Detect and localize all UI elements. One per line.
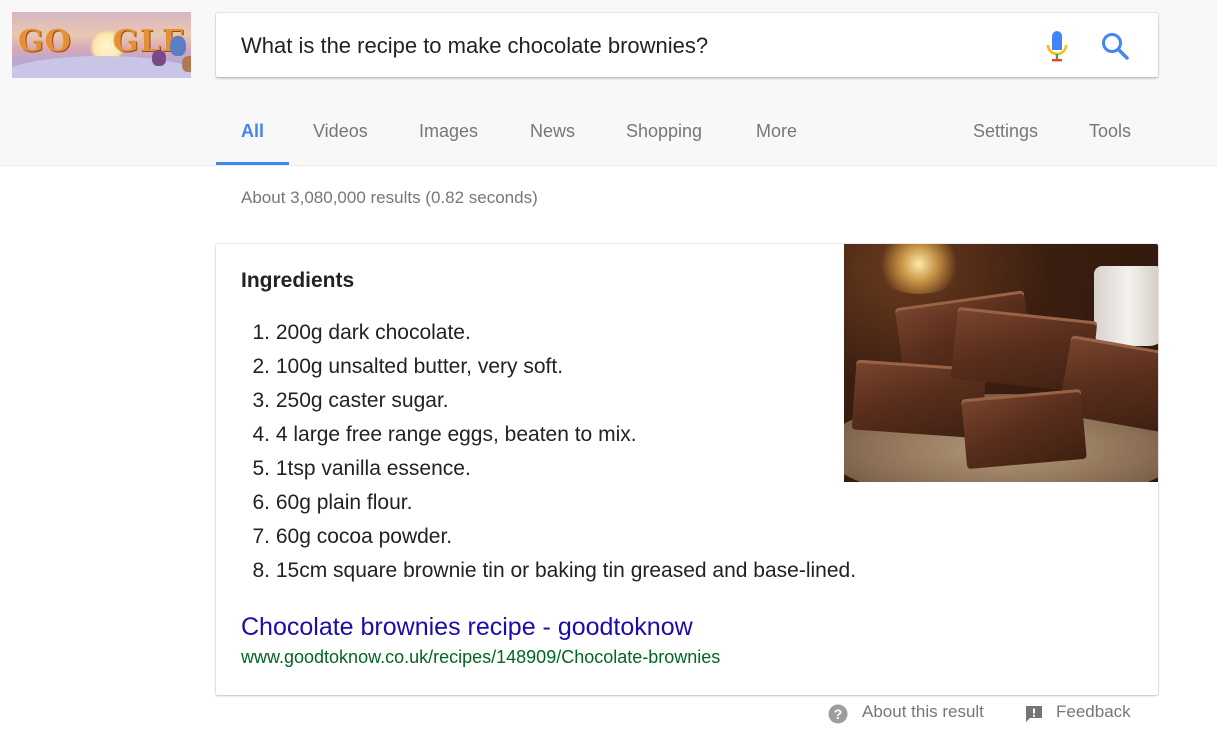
list-item-text: 60g cocoa powder. [275, 525, 453, 548]
list-item-number: 8. [252, 559, 270, 582]
ingredients-list: 1. 200g dark chocolate. 2. 100g unsalted… [241, 316, 856, 588]
source-url: www.goodtoknow.co.uk/recipes/148909/Choc… [241, 647, 721, 667]
tab-news[interactable]: News [530, 98, 575, 162]
list-item: 1. 200g dark chocolate. [241, 316, 856, 350]
header-bar: GO GLE What is the recipe to make chocol… [0, 0, 1217, 166]
tab-all[interactable]: All [216, 98, 289, 165]
list-item-number: 7. [252, 525, 270, 548]
source-title-link[interactable]: Chocolate brownies recipe - goodtoknow [241, 613, 693, 642]
list-item-number: 4. [252, 423, 270, 446]
doodle-letters-left: GO [18, 24, 72, 59]
list-item-number: 3. [252, 389, 270, 412]
tab-tools[interactable]: Tools [1089, 98, 1131, 162]
doodle-character [182, 56, 191, 72]
feedback-link[interactable]: Feedback [1056, 702, 1131, 722]
about-this-result-link[interactable]: About this result [862, 702, 984, 722]
list-item-number: 2. [252, 355, 270, 378]
search-icon[interactable] [1100, 31, 1130, 61]
list-item: 3. 250g caster sugar. [241, 384, 856, 418]
list-item: 7. 60g cocoa powder. [241, 520, 856, 554]
list-item-text: 100g unsalted butter, very soft. [275, 355, 564, 378]
doodle-character [170, 36, 186, 56]
tab-shopping[interactable]: Shopping [626, 98, 702, 162]
list-item-number: 5. [252, 457, 270, 480]
help-circle-icon[interactable]: ? [828, 704, 848, 724]
brownie-graphic [961, 388, 1087, 470]
doodle-lettering: GO GLE [18, 24, 185, 59]
search-box[interactable]: What is the recipe to make chocolate bro… [216, 13, 1158, 77]
list-item-text: 1tsp vanilla essence. [275, 457, 471, 480]
results-stats: About 3,080,000 results (0.82 seconds) [241, 188, 538, 207]
list-item: 6. 60g plain flour. [241, 486, 856, 520]
list-item-text: 4 large free range eggs, beaten to mix. [275, 423, 637, 446]
brownies-photo[interactable] [844, 244, 1158, 482]
list-item-text: 250g caster sugar. [275, 389, 449, 412]
svg-text:?: ? [834, 706, 843, 722]
search-tabs: All Videos Images News Shopping More Set… [216, 98, 1158, 165]
list-item: 8. 15cm square brownie tin or baking tin… [241, 554, 856, 588]
tab-videos[interactable]: Videos [313, 98, 368, 162]
tab-more[interactable]: More [756, 98, 797, 162]
feedback-icon[interactable] [1024, 704, 1044, 724]
snippet-heading: Ingredients [241, 269, 355, 292]
list-item-number: 6. [252, 491, 270, 514]
list-item-text: 200g dark chocolate. [275, 321, 471, 344]
mug-graphic [1094, 266, 1158, 346]
tab-settings[interactable]: Settings [973, 98, 1038, 162]
list-item-number: 1. [252, 321, 270, 344]
list-item-text: 60g plain flour. [275, 491, 413, 514]
list-item: 4. 4 large free range eggs, beaten to mi… [241, 418, 856, 452]
microphone-icon[interactable] [1044, 30, 1070, 64]
featured-snippet-card: Ingredients 1. 200g dark chocolate. 2. 1… [216, 244, 1158, 695]
search-input[interactable]: What is the recipe to make chocolate bro… [241, 33, 708, 59]
list-item: 2. 100g unsalted butter, very soft. [241, 350, 856, 384]
tab-images[interactable]: Images [419, 98, 478, 162]
doodle-character [152, 50, 166, 66]
list-item-text: 15cm square brownie tin or baking tin gr… [275, 559, 857, 582]
list-item: 5. 1tsp vanilla essence. [241, 452, 856, 486]
google-doodle-logo[interactable]: GO GLE [12, 12, 191, 78]
sparkler-glow [874, 244, 964, 294]
